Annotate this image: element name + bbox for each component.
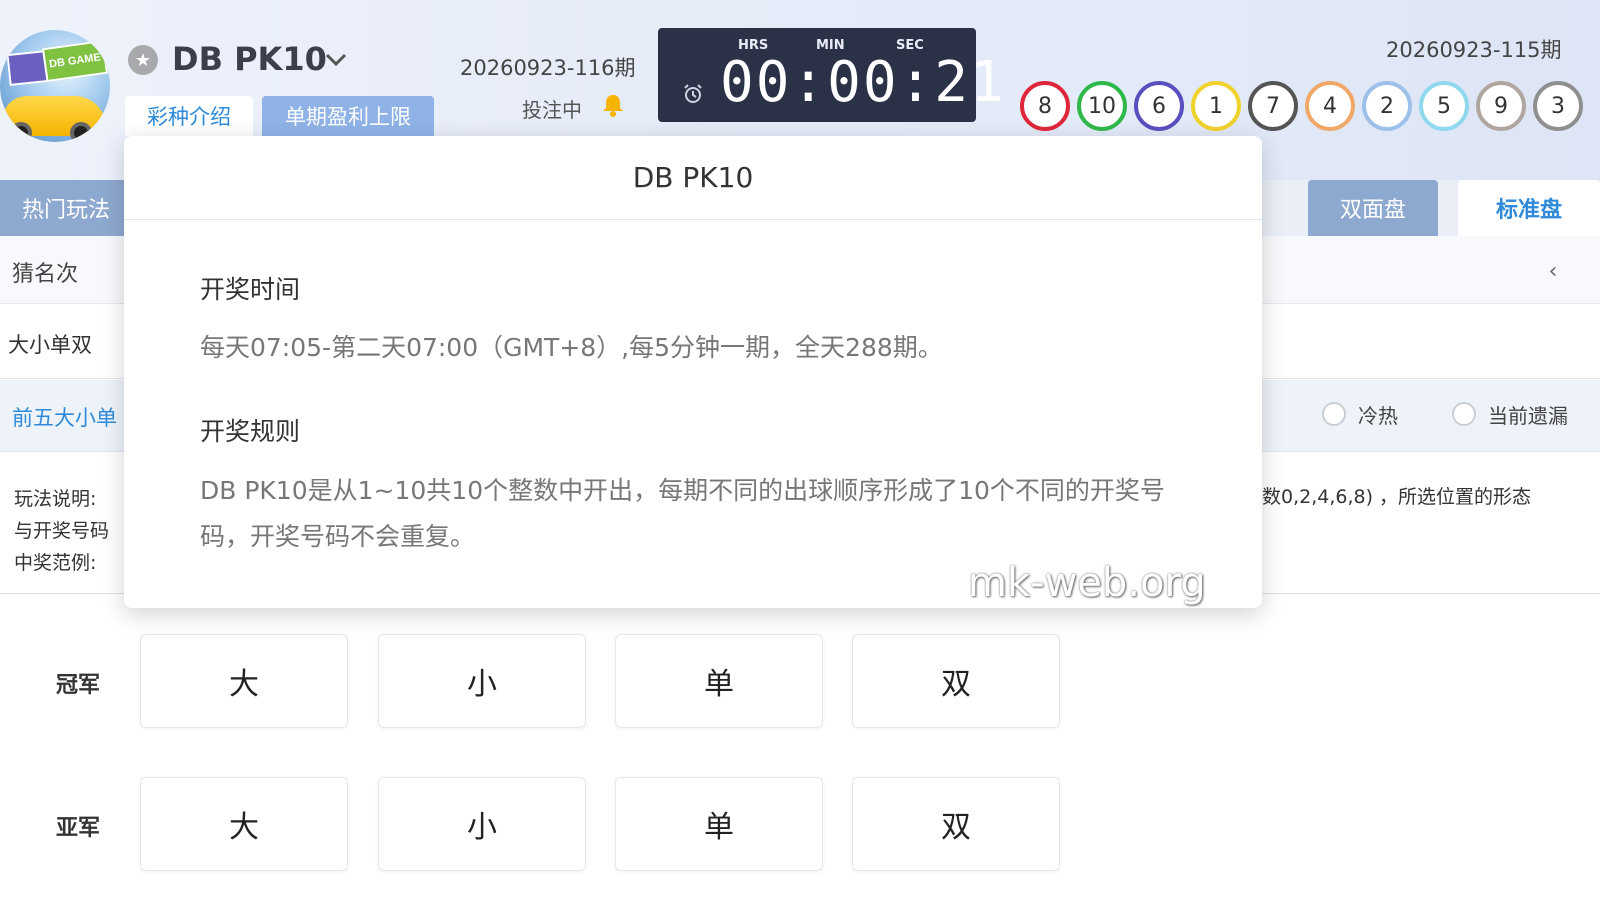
tab-profit-limit[interactable]: 单期盈利上限 <box>262 96 434 136</box>
countdown-timer: HRS MIN SEC 00:00:21 <box>658 28 1004 122</box>
game-title[interactable]: DB PK10 <box>172 40 327 78</box>
logo-sign-game: DB GAME <box>41 39 109 83</box>
draw-rule-text: DB PK10是从1~10共10个整数中开出，每期不同的出球顺序形成了10个不同… <box>200 476 1165 551</box>
radio-current-missing-label: 当前遗漏 <box>1488 404 1568 428</box>
popup-title: DB PK10 <box>124 136 1262 220</box>
chevron-left-icon[interactable]: ‹ <box>1538 254 1568 288</box>
draw-rule-heading: 开奖规则 <box>200 417 301 446</box>
result-ball: 10 <box>1077 81 1127 131</box>
result-ball: 2 <box>1362 81 1412 131</box>
position-label-runner-up: 亚军 <box>56 816 101 841</box>
previous-period: 20260923-115期 <box>1386 38 1562 62</box>
tab-hot-plays[interactable]: 热门玩法 <box>0 180 124 236</box>
bet-option-odd[interactable]: 单 <box>615 777 823 871</box>
subcategory-top5[interactable]: 前五大小单 <box>12 402 117 432</box>
bet-option-small[interactable]: 小 <box>378 777 586 871</box>
favorite-star-icon[interactable]: ★ <box>128 45 158 75</box>
chevron-down-icon[interactable] <box>322 46 350 74</box>
draw-time-text: 每天07:05-第二天07:00（GMT+8）,每5分钟一期，全天288期。 <box>200 333 943 362</box>
result-ball: 8 <box>1020 81 1070 131</box>
betting-status: 投注中 <box>522 98 582 122</box>
tab-two-sided[interactable]: 双面盘 <box>1308 180 1438 236</box>
game-logo: DB GAME <box>0 30 110 142</box>
bet-option-even[interactable]: 双 <box>852 777 1060 871</box>
draw-time-heading: 开奖时间 <box>200 275 301 304</box>
result-ball: 7 <box>1248 81 1298 131</box>
tab-lottery-intro[interactable]: 彩种介绍 <box>125 96 253 136</box>
rule-right-text: 数0,2,4,6,8) ，所选位置的形态 <box>1262 486 1532 508</box>
logo-wheel <box>10 122 32 142</box>
watermark: mk-web.org <box>968 560 1206 606</box>
category-guess-rank[interactable]: 猜名次 <box>12 256 78 288</box>
result-ball: 4 <box>1305 81 1355 131</box>
bell-icon <box>600 92 626 118</box>
bet-option-odd[interactable]: 单 <box>615 634 823 728</box>
position-label-champion: 冠军 <box>56 673 101 698</box>
radio-current-missing[interactable] <box>1452 402 1476 426</box>
bet-option-small[interactable]: 小 <box>378 634 586 728</box>
lottery-intro-popup: DB PK10 开奖时间 每天07:05-第二天07:00（GMT+8）,每5分… <box>124 136 1262 608</box>
result-ball: 3 <box>1533 81 1583 131</box>
bet-option-even[interactable]: 双 <box>852 634 1060 728</box>
result-ball: 1 <box>1191 81 1241 131</box>
result-ball: 6 <box>1134 81 1184 131</box>
alarm-clock-icon <box>682 83 704 105</box>
logo-wheel <box>70 122 92 142</box>
result-ball: 9 <box>1476 81 1526 131</box>
countdown-digits: 00:00:21 <box>720 50 1006 115</box>
rule-play-description: 玩法说明: <box>14 488 97 510</box>
radio-cold-hot[interactable] <box>1322 402 1346 426</box>
bet-option-big[interactable]: 大 <box>140 777 348 871</box>
radio-cold-hot-label: 冷热 <box>1358 404 1398 428</box>
bet-option-big[interactable]: 大 <box>140 634 348 728</box>
tab-standard[interactable]: 标准盘 <box>1458 180 1600 236</box>
rule-match-text: 与开奖号码 <box>14 520 110 542</box>
category-big-small-odd-even[interactable]: 大小单双 <box>8 329 92 359</box>
result-ball: 5 <box>1419 81 1469 131</box>
rule-win-example: 中奖范例: <box>14 552 97 574</box>
current-period: 20260923-116期 <box>460 56 636 80</box>
